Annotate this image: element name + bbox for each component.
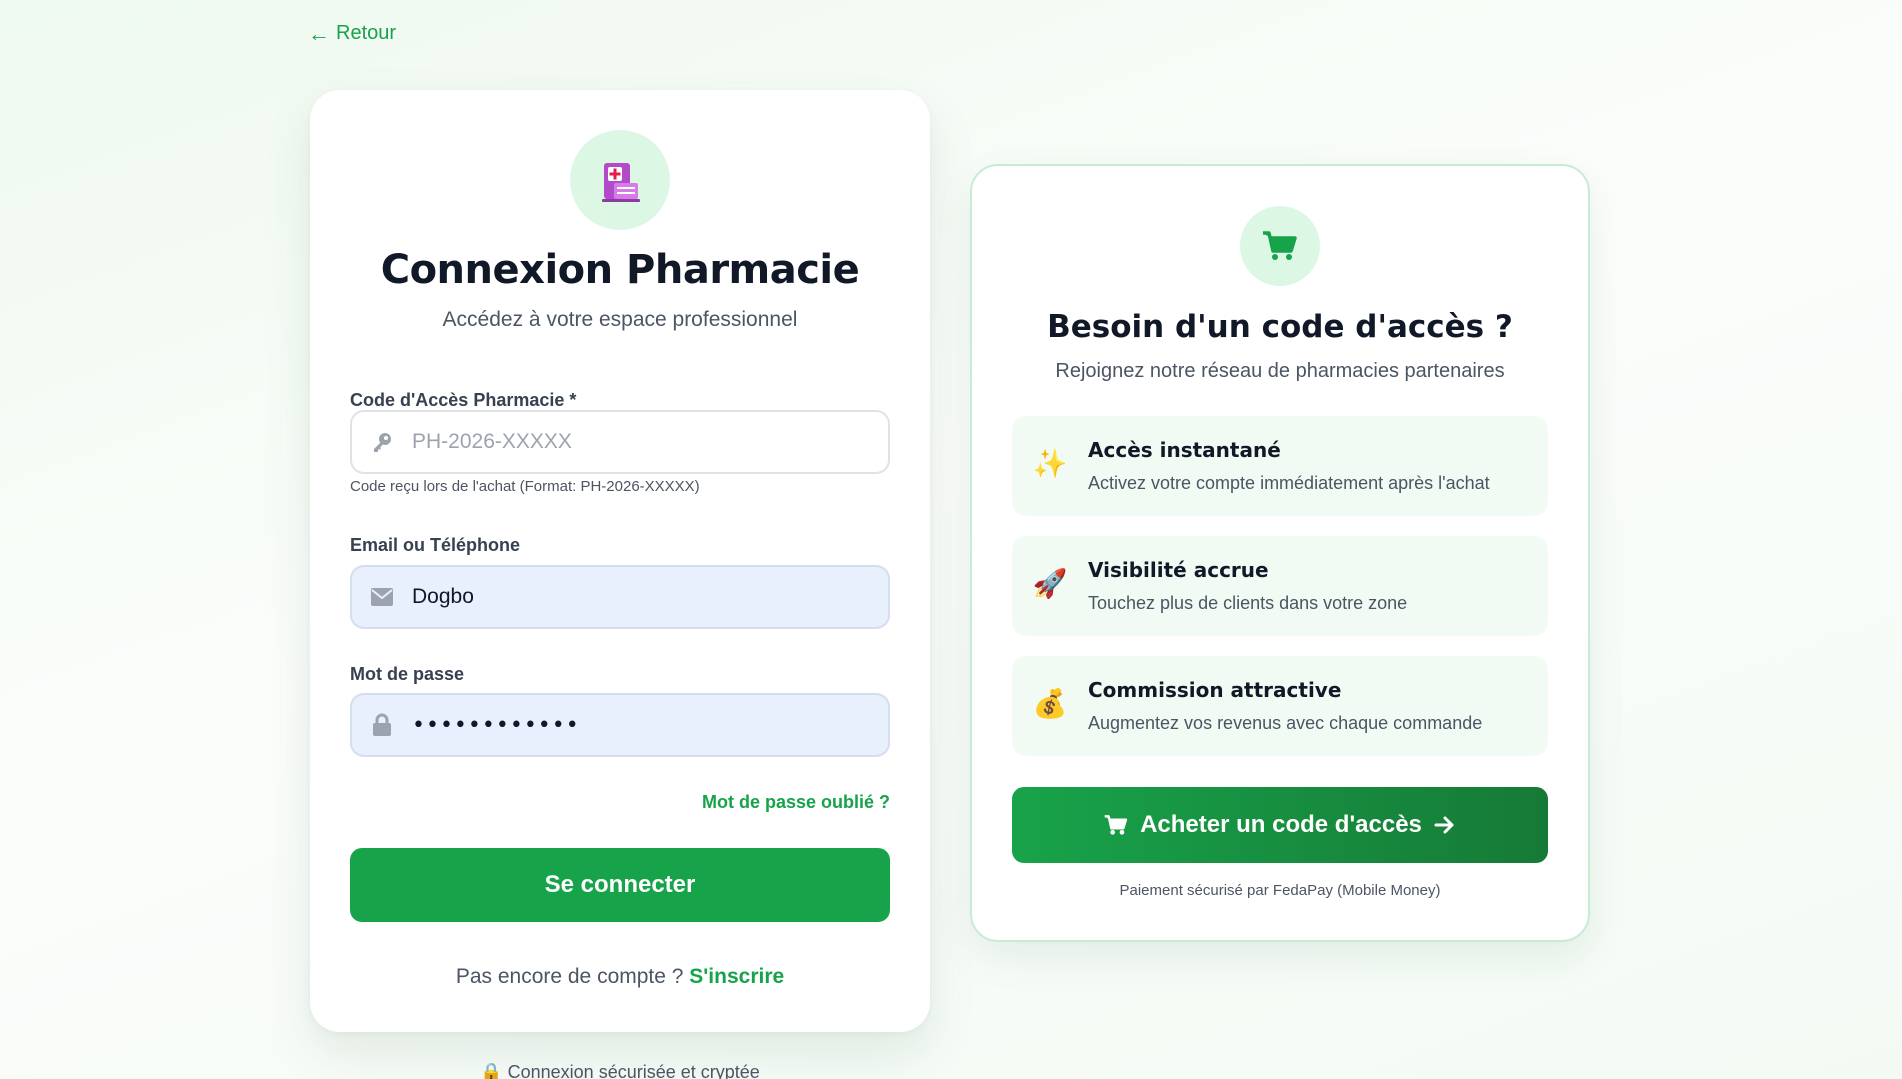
logo-badge bbox=[570, 130, 670, 230]
money-bag-icon: 💰 bbox=[1032, 688, 1068, 719]
page-title: Connexion Pharmacie bbox=[380, 247, 860, 293]
signup-prompt: Pas encore de compte ? bbox=[455, 965, 684, 988]
rocket-icon: 🚀 bbox=[1032, 568, 1068, 599]
password-input[interactable]: •••••••••••• bbox=[412, 713, 852, 738]
feature-title: Visibilité accrue bbox=[1088, 558, 1269, 582]
password-label: Mot de passe bbox=[350, 664, 465, 684]
buy-button-label: Acheter un code d'accès bbox=[1140, 811, 1422, 838]
back-link[interactable]: ← Retour bbox=[308, 22, 396, 45]
promo-icon-badge bbox=[1240, 206, 1320, 286]
signup-row: Pas encore de compte ? S'inscrire bbox=[310, 965, 930, 989]
feature-card: 💰 Commission attractive Augmentez vos re… bbox=[1012, 656, 1548, 756]
promo-title: Besoin d'un code d'accès ? bbox=[1047, 309, 1513, 345]
access-code-hint: Code reçu lors de l'achat (Format: PH-20… bbox=[350, 478, 700, 495]
feature-card: 🚀 Visibilité accrue Touchez plus de clie… bbox=[1012, 536, 1548, 636]
promo-subtitle: Rejoignez notre réseau de pharmacies par… bbox=[1055, 360, 1505, 382]
envelope-icon bbox=[352, 567, 412, 627]
secure-connection-note: 🔒 Connexion sécurisée et cryptée bbox=[480, 1062, 760, 1079]
login-card: Connexion Pharmacie Accédez à votre espa… bbox=[310, 90, 930, 1032]
signup-link[interactable]: S'inscrire bbox=[689, 965, 784, 988]
pharmacy-building-icon bbox=[602, 163, 640, 202]
access-code-promo-card: Besoin d'un code d'accès ? Rejoignez not… bbox=[970, 164, 1590, 942]
feature-title: Accès instantané bbox=[1088, 438, 1281, 462]
cart-icon bbox=[1104, 815, 1128, 835]
login-button[interactable]: Se connecter bbox=[350, 848, 890, 922]
payment-note: Paiement sécurisé par FedaPay (Mobile Mo… bbox=[1119, 882, 1441, 899]
identifier-input[interactable] bbox=[412, 585, 852, 609]
access-code-label: Code d'Accès Pharmacie * bbox=[350, 390, 577, 410]
buy-access-code-button[interactable]: Acheter un code d'accès bbox=[1012, 787, 1548, 863]
page: ← Retour Connexion Pharmacie Accédez à v… bbox=[0, 0, 1902, 1079]
access-code-field[interactable] bbox=[350, 410, 890, 474]
arrow-left-icon: ← bbox=[308, 20, 330, 46]
feature-title: Commission attractive bbox=[1088, 678, 1342, 702]
page-subtitle: Accédez à votre espace professionnel bbox=[442, 308, 798, 331]
feature-description: Activez votre compte immédiatement après… bbox=[1088, 473, 1490, 493]
feature-description: Augmentez vos revenus avec chaque comman… bbox=[1088, 713, 1483, 733]
password-field[interactable]: •••••••••••• bbox=[350, 693, 890, 757]
back-link-label: Retour bbox=[336, 22, 397, 44]
cart-icon bbox=[1263, 231, 1297, 260]
feature-description: Touchez plus de clients dans votre zone bbox=[1088, 593, 1408, 613]
lock-icon bbox=[352, 695, 412, 755]
identifier-label: Email ou Téléphone bbox=[350, 535, 521, 555]
access-code-input[interactable] bbox=[412, 430, 852, 454]
key-icon bbox=[352, 412, 412, 472]
sparkles-icon: ✨ bbox=[1032, 448, 1068, 479]
identifier-field[interactable] bbox=[350, 565, 890, 629]
feature-card: ✨ Accès instantané Activez votre compte … bbox=[1012, 416, 1548, 516]
arrow-right-icon bbox=[1434, 816, 1454, 834]
forgot-password-link[interactable]: Mot de passe oublié ? bbox=[702, 792, 890, 813]
